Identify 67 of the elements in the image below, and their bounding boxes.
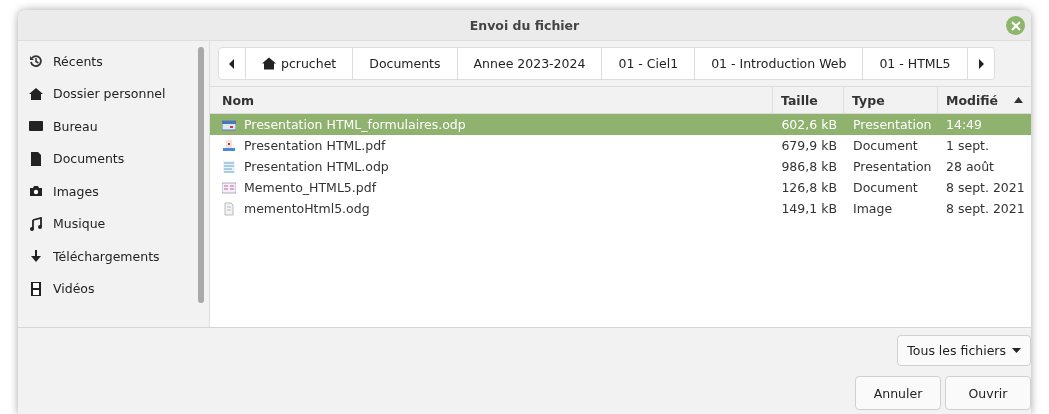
caret-icon bbox=[1012, 348, 1021, 353]
column-header[interactable]: Nom bbox=[210, 87, 772, 113]
file-size: 126,8 kB bbox=[781, 180, 837, 195]
path-segment[interactable]: pcruchet bbox=[246, 47, 354, 80]
home-icon bbox=[262, 57, 276, 70]
sidebar-item[interactable]: Téléchargements bbox=[18, 240, 196, 273]
forward-arrow-button[interactable] bbox=[967, 47, 995, 80]
file-type: Presentation bbox=[853, 117, 932, 132]
sidebar-item[interactable]: Musique bbox=[18, 207, 196, 240]
path-segment[interactable]: 01 - HTML5 bbox=[863, 47, 968, 80]
file-date: 28 août bbox=[946, 159, 994, 174]
file-date: 1 sept. bbox=[946, 138, 989, 153]
download-icon bbox=[29, 249, 43, 264]
sidebar-item[interactable]: Documents bbox=[18, 142, 196, 175]
file-icon bbox=[222, 180, 236, 195]
file-name: Presentation HTML_formulaires.odp bbox=[244, 117, 466, 132]
camera-icon bbox=[29, 184, 43, 199]
column-header[interactable]: Modifié bbox=[937, 87, 1031, 113]
path-segment[interactable]: Annee 2023-2024 bbox=[457, 47, 603, 80]
file-row[interactable]: Presentation HTML.pdf 679,9 kB Document 1 sept. bbox=[210, 135, 1031, 156]
file-row[interactable]: mementoHtml5.odg 149,1 kB Image 8 sept. 2021 bbox=[210, 198, 1031, 219]
close-icon bbox=[1009, 19, 1022, 32]
file-size: 149,1 kB bbox=[781, 201, 837, 216]
file-name: Presentation HTML.odp bbox=[244, 159, 389, 174]
file-size: 986,8 kB bbox=[781, 159, 837, 174]
path-segment[interactable]: Documents bbox=[353, 47, 458, 80]
home-icon bbox=[29, 86, 43, 101]
film-icon bbox=[29, 281, 43, 296]
file-size: 602,6 kB bbox=[781, 117, 837, 132]
window-title: Envoi du fichier bbox=[469, 17, 580, 33]
sidebar-item[interactable]: Bureau bbox=[18, 110, 196, 143]
file-name: Presentation HTML.pdf bbox=[244, 138, 386, 153]
scrollbar[interactable] bbox=[198, 47, 204, 303]
file-icon bbox=[222, 159, 236, 174]
column-header[interactable]: Taille bbox=[772, 87, 843, 113]
sidebar-item[interactable]: Images bbox=[18, 175, 196, 208]
file-row[interactable]: Memento_HTML5.pdf 126,8 kB Document 8 sept. 2021 bbox=[210, 177, 1031, 198]
path-segment[interactable]: 01 - Ciel1 bbox=[602, 47, 696, 80]
file-date: 14:49 bbox=[946, 117, 983, 132]
file-date: 8 sept. 2021 bbox=[946, 201, 1025, 216]
column-header[interactable]: Type bbox=[843, 87, 937, 113]
file-name: Memento_HTML5.pdf bbox=[244, 180, 377, 195]
file-size: 679,9 kB bbox=[781, 138, 837, 153]
file-icon bbox=[222, 138, 236, 153]
open-button[interactable]: Ouvrir bbox=[945, 376, 1031, 410]
document-icon bbox=[29, 151, 43, 166]
left-triangle-icon bbox=[229, 58, 235, 69]
file-type: Image bbox=[853, 201, 893, 216]
history-icon bbox=[29, 54, 43, 69]
back-arrow-button[interactable] bbox=[218, 47, 246, 80]
file-icon bbox=[222, 201, 236, 216]
sidebar-item[interactable]: Récents bbox=[18, 45, 196, 78]
file-name: mementoHtml5.odg bbox=[244, 201, 370, 216]
file-row[interactable]: Presentation HTML.odp 986,8 kB Presentation 28 août bbox=[210, 156, 1031, 177]
file-icon bbox=[222, 117, 236, 132]
sidebar-item[interactable]: Dossier personnel bbox=[18, 77, 196, 110]
file-type: Document bbox=[853, 138, 918, 153]
right-triangle-icon bbox=[977, 58, 984, 69]
cancel-button[interactable]: Annuler bbox=[855, 376, 941, 410]
file-date: 8 sept. 2021 bbox=[946, 180, 1025, 195]
path-segment[interactable]: 01 - Introduction Web bbox=[695, 47, 864, 80]
desktop-icon bbox=[29, 119, 43, 134]
sidebar-item[interactable]: Vidéos bbox=[18, 272, 196, 305]
file-type: Presentation bbox=[853, 159, 932, 174]
music-icon bbox=[29, 216, 43, 231]
file-type: Document bbox=[853, 180, 918, 195]
file-filter-dropdown[interactable]: Tous les fichiers bbox=[897, 335, 1031, 366]
